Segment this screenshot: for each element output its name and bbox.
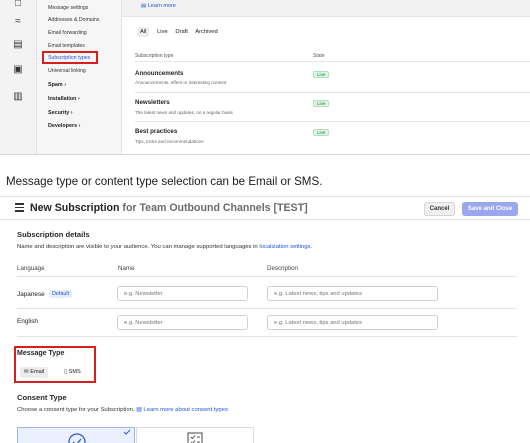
subscription-details-heading: Subscription details xyxy=(17,230,90,239)
page-title-main: New Subscription xyxy=(30,202,120,214)
envelope-icon: ✉ xyxy=(24,369,29,375)
message-type-email[interactable]: ✉ Email xyxy=(20,367,49,378)
consent-type-heading: Consent Type xyxy=(17,393,67,402)
checklist-icon xyxy=(187,432,203,443)
sidebar-group-developers[interactable]: Developers › xyxy=(48,123,80,129)
caption-text: Message type or content type selection c… xyxy=(6,175,323,188)
info-bar xyxy=(122,0,530,17)
sidebar-group-label: Security xyxy=(48,110,70,116)
link-label: Learn more about consent types xyxy=(143,407,228,413)
home-icon[interactable]: □ xyxy=(12,0,24,10)
column-header-state: State xyxy=(313,53,325,59)
sidebar-item-universal-linking[interactable]: Universal linking xyxy=(48,68,86,74)
state-filter-tabs: All Live Draft Archived xyxy=(137,27,224,37)
language-label-english: English xyxy=(17,318,38,325)
row-desc-newsletters: The latest news and updates, on a regula… xyxy=(135,110,233,115)
name-input-japanese[interactable] xyxy=(117,286,248,301)
status-badge: Live xyxy=(313,100,330,107)
subscription-types-screenshot: □ ≈ ▤ ▣ ▥ Message settings Addresses & D… xyxy=(0,0,530,155)
sidebar-group-label: Developers xyxy=(48,123,78,129)
sidebar-item-email-templates[interactable]: Email templates xyxy=(48,43,85,49)
chart-icon[interactable]: ▥ xyxy=(12,91,24,103)
chevron-right-icon: › xyxy=(64,82,66,88)
filter-tab-all[interactable]: All xyxy=(137,27,150,37)
default-badge: Default xyxy=(49,290,73,298)
option-label: Email xyxy=(30,369,45,375)
sidebar-item-addresses-domains[interactable]: Addresses & Domains xyxy=(48,17,99,23)
subscription-details-text: Name and description are visible to your… xyxy=(17,244,312,250)
message-type-sms[interactable]: ▯ SMS xyxy=(61,367,84,378)
sidebar-group-security[interactable]: Security › xyxy=(48,110,73,116)
save-and-close-button[interactable]: Save and Close xyxy=(462,202,518,216)
page-header: New Subscription for Team Outbound Chann… xyxy=(0,197,530,220)
book-icon: ▤ xyxy=(136,407,142,413)
column-header-description: Description xyxy=(267,265,298,272)
learn-more-label: Learn more xyxy=(147,3,176,9)
menu-icon[interactable] xyxy=(15,203,24,212)
details-text: Name and description are visible to your… xyxy=(17,244,258,250)
column-header-name: Name xyxy=(118,265,135,272)
divider xyxy=(135,61,530,62)
consent-option-card[interactable] xyxy=(136,427,254,443)
phone-icon: ▯ xyxy=(64,369,68,375)
book-icon: ▤ xyxy=(141,3,147,9)
inbox-icon[interactable]: ▣ xyxy=(12,64,24,76)
page-title-suffix: for Team Outbound Channels [TEST] xyxy=(122,202,308,214)
chevron-right-icon: › xyxy=(78,123,81,129)
learn-more-link[interactable]: ▤ Learn more xyxy=(141,3,176,9)
app-icon-rail: □ ≈ ▤ ▣ ▥ xyxy=(0,0,37,154)
sidebar-group-label: Installation xyxy=(48,96,77,102)
chevron-right-icon: › xyxy=(70,110,73,116)
cancel-button[interactable]: Cancel xyxy=(424,202,455,216)
message-type-heading: Message Type xyxy=(17,350,65,357)
chevron-right-icon: › xyxy=(77,96,80,102)
check-circle-icon xyxy=(68,429,131,443)
description-input-english[interactable] xyxy=(267,315,438,330)
sidebar-item-email-forwarding[interactable]: Email forwarding xyxy=(48,30,87,36)
name-input-english[interactable] xyxy=(117,315,248,330)
page-title: New Subscription for Team Outbound Chann… xyxy=(30,202,308,214)
consent-text: Choose a consent type for your Subscript… xyxy=(17,407,135,413)
divider xyxy=(17,336,517,337)
consent-option-card-selected[interactable] xyxy=(17,427,135,443)
highlight-box xyxy=(42,51,98,64)
filter-tab-archived[interactable]: Archived xyxy=(195,29,218,35)
localization-settings-link[interactable]: localization settings. xyxy=(259,244,312,250)
language-label-japanese: Japanese xyxy=(17,291,45,298)
book-icon[interactable]: ▤ xyxy=(12,39,24,51)
divider xyxy=(135,92,530,93)
sidebar-group-spam[interactable]: Spam › xyxy=(48,82,66,88)
consent-type-text: Choose a consent type for your Subscript… xyxy=(17,407,228,413)
divider xyxy=(135,121,530,122)
option-label: SMS xyxy=(68,369,81,375)
row-title-announcements[interactable]: Announcements xyxy=(135,70,183,77)
settings-sidebar: Message settings Addresses & Domains Ema… xyxy=(37,0,122,154)
sidebar-group-label: Spam xyxy=(48,82,63,88)
row-desc-best-practices: Tips, tricks and recommendations xyxy=(135,139,204,144)
row-title-best-practices[interactable]: Best practices xyxy=(135,128,177,135)
column-header-subscription-type: Subscription type xyxy=(135,53,174,59)
column-header-language: Language xyxy=(17,265,45,272)
divider xyxy=(17,308,517,309)
new-subscription-screenshot: New Subscription for Team Outbound Chann… xyxy=(0,196,530,443)
sidebar-item-message-settings[interactable]: Message settings xyxy=(48,5,88,11)
sidebar-group-installation[interactable]: Installation › xyxy=(48,96,80,102)
status-badge: Live xyxy=(313,129,330,136)
row-desc-announcements: Announcements, offers or interesting con… xyxy=(135,80,227,85)
row-title-newsletters[interactable]: Newsletters xyxy=(135,99,170,106)
description-input-japanese[interactable] xyxy=(267,286,438,301)
divider xyxy=(17,276,517,277)
filter-tab-draft[interactable]: Draft xyxy=(175,29,188,35)
status-badge: Live xyxy=(313,71,330,78)
people-icon[interactable]: ≈ xyxy=(12,16,24,28)
learn-more-consent-link[interactable]: ▤ Learn more about consent types xyxy=(136,407,228,413)
filter-tab-live[interactable]: Live xyxy=(157,29,168,35)
